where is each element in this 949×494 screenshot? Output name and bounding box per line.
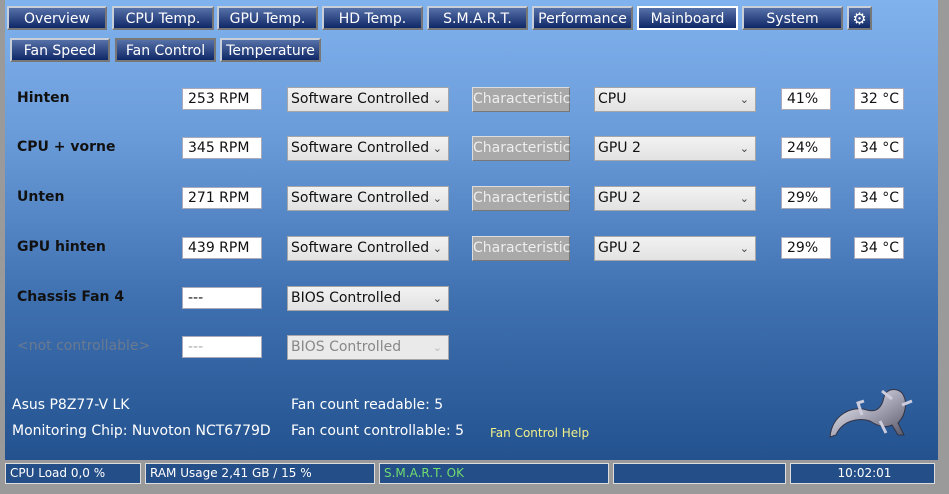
fan-temp: 34 °C	[854, 187, 904, 209]
fan-mode-value: Software Controlled	[291, 91, 430, 107]
fan-mode-value: BIOS Controlled	[291, 339, 402, 355]
temp-source-select[interactable]: CPU ⌄	[594, 87, 756, 112]
fan-rpm-field: 271 RPM	[182, 187, 262, 209]
fan-temp: 34 °C	[854, 237, 904, 259]
tab-smart[interactable]: S.M.A.R.T.	[427, 6, 528, 30]
fan-mode-select[interactable]: Software Controlled ⌄	[287, 236, 449, 261]
fan-percent: 29%	[781, 187, 831, 209]
fan-name: CPU + vorne	[17, 139, 116, 155]
fan-mode-value: Software Controlled	[291, 190, 430, 206]
chevron-down-icon: ⌄	[432, 341, 442, 354]
temp-source-select[interactable]: GPU 2 ⌄	[594, 186, 756, 211]
fan-percent: 29%	[781, 237, 831, 259]
chevron-down-icon: ⌄	[739, 93, 749, 106]
temp-source-value: GPU 2	[598, 190, 641, 206]
fan-mode-value: BIOS Controlled	[291, 290, 402, 306]
status-time: 10:02:01	[790, 463, 935, 484]
fan-mode-select[interactable]: Software Controlled ⌄	[287, 136, 449, 161]
temp-source-value: GPU 2	[598, 140, 641, 156]
fan-name: Unten	[17, 189, 65, 205]
monitoring-chip: Monitoring Chip: Nuvoton NCT6779D	[12, 423, 271, 439]
subtab-temperature[interactable]: Temperature	[220, 38, 321, 62]
board-name: Asus P8Z77-V LK	[12, 397, 130, 413]
fan-percent: 41%	[781, 88, 831, 110]
subtab-fan-speed[interactable]: Fan Speed	[10, 38, 110, 62]
characteristic-button[interactable]: Characteristic	[472, 136, 570, 161]
chevron-down-icon: ⌄	[432, 142, 442, 155]
chevron-down-icon: ⌄	[432, 93, 442, 106]
status-ram-usage: RAM Usage 2,41 GB / 15 %	[145, 463, 375, 484]
status-smart: S.M.A.R.T. OK	[379, 463, 609, 484]
settings-gear-icon[interactable]: ⚙	[847, 6, 872, 30]
characteristic-button[interactable]: Characteristic	[472, 236, 570, 261]
fan-rpm-field: ---	[182, 336, 262, 358]
chevron-down-icon: ⌄	[432, 292, 442, 305]
tab-performance[interactable]: Performance	[532, 6, 633, 30]
chevron-down-icon: ⌄	[432, 242, 442, 255]
tab-system[interactable]: System	[742, 6, 843, 30]
tab-gpu-temp[interactable]: GPU Temp.	[217, 6, 318, 30]
status-cpu-load: CPU Load 0,0 %	[5, 463, 141, 484]
fan-name: Hinten	[17, 90, 70, 106]
tab-overview[interactable]: Overview	[7, 6, 107, 30]
fan-rpm-field: ---	[182, 287, 262, 309]
fan-control-panel: Overview CPU Temp. GPU Temp. HD Temp. S.…	[5, 0, 938, 460]
fan-mode-select[interactable]: Software Controlled ⌄	[287, 87, 449, 112]
fan-rpm-field: 439 RPM	[182, 237, 262, 259]
fan-mode-select: BIOS Controlled ⌄	[287, 335, 449, 360]
fan-name: <not controllable>	[17, 338, 151, 354]
fan-count-readable: Fan count readable: 5	[291, 397, 444, 413]
fan-control-help-link[interactable]: Fan Control Help	[490, 426, 589, 440]
chevron-down-icon: ⌄	[739, 192, 749, 205]
fan-mode-select[interactable]: BIOS Controlled ⌄	[287, 286, 449, 311]
fan-mode-value: Software Controlled	[291, 140, 430, 156]
temp-source-select[interactable]: GPU 2 ⌄	[594, 236, 756, 261]
fan-percent: 24%	[781, 137, 831, 159]
temp-source-select[interactable]: GPU 2 ⌄	[594, 136, 756, 161]
subtab-fan-control[interactable]: Fan Control	[115, 38, 216, 62]
chevron-down-icon: ⌄	[739, 242, 749, 255]
status-empty	[613, 463, 786, 484]
tab-hd-temp[interactable]: HD Temp.	[322, 6, 423, 30]
fan-temp: 34 °C	[854, 137, 904, 159]
fan-name: Chassis Fan 4	[17, 289, 125, 305]
temp-source-value: CPU	[598, 91, 627, 107]
fan-count-controllable: Fan count controllable: 5	[291, 423, 465, 439]
fan-mode-value: Software Controlled	[291, 240, 430, 256]
tab-cpu-temp[interactable]: CPU Temp.	[112, 6, 214, 30]
tab-mainboard[interactable]: Mainboard	[637, 6, 738, 30]
chevron-down-icon: ⌄	[739, 142, 749, 155]
gecko-logo-icon	[829, 389, 913, 438]
characteristic-button[interactable]: Characteristic	[472, 87, 570, 112]
temp-source-value: GPU 2	[598, 240, 641, 256]
characteristic-button[interactable]: Characteristic	[472, 186, 570, 211]
chevron-down-icon: ⌄	[432, 192, 442, 205]
fan-rpm-field: 253 RPM	[182, 88, 262, 110]
fan-temp: 32 °C	[854, 88, 904, 110]
fan-mode-select[interactable]: Software Controlled ⌄	[287, 186, 449, 211]
fan-name: GPU hinten	[17, 239, 106, 255]
fan-rpm-field: 345 RPM	[182, 137, 262, 159]
